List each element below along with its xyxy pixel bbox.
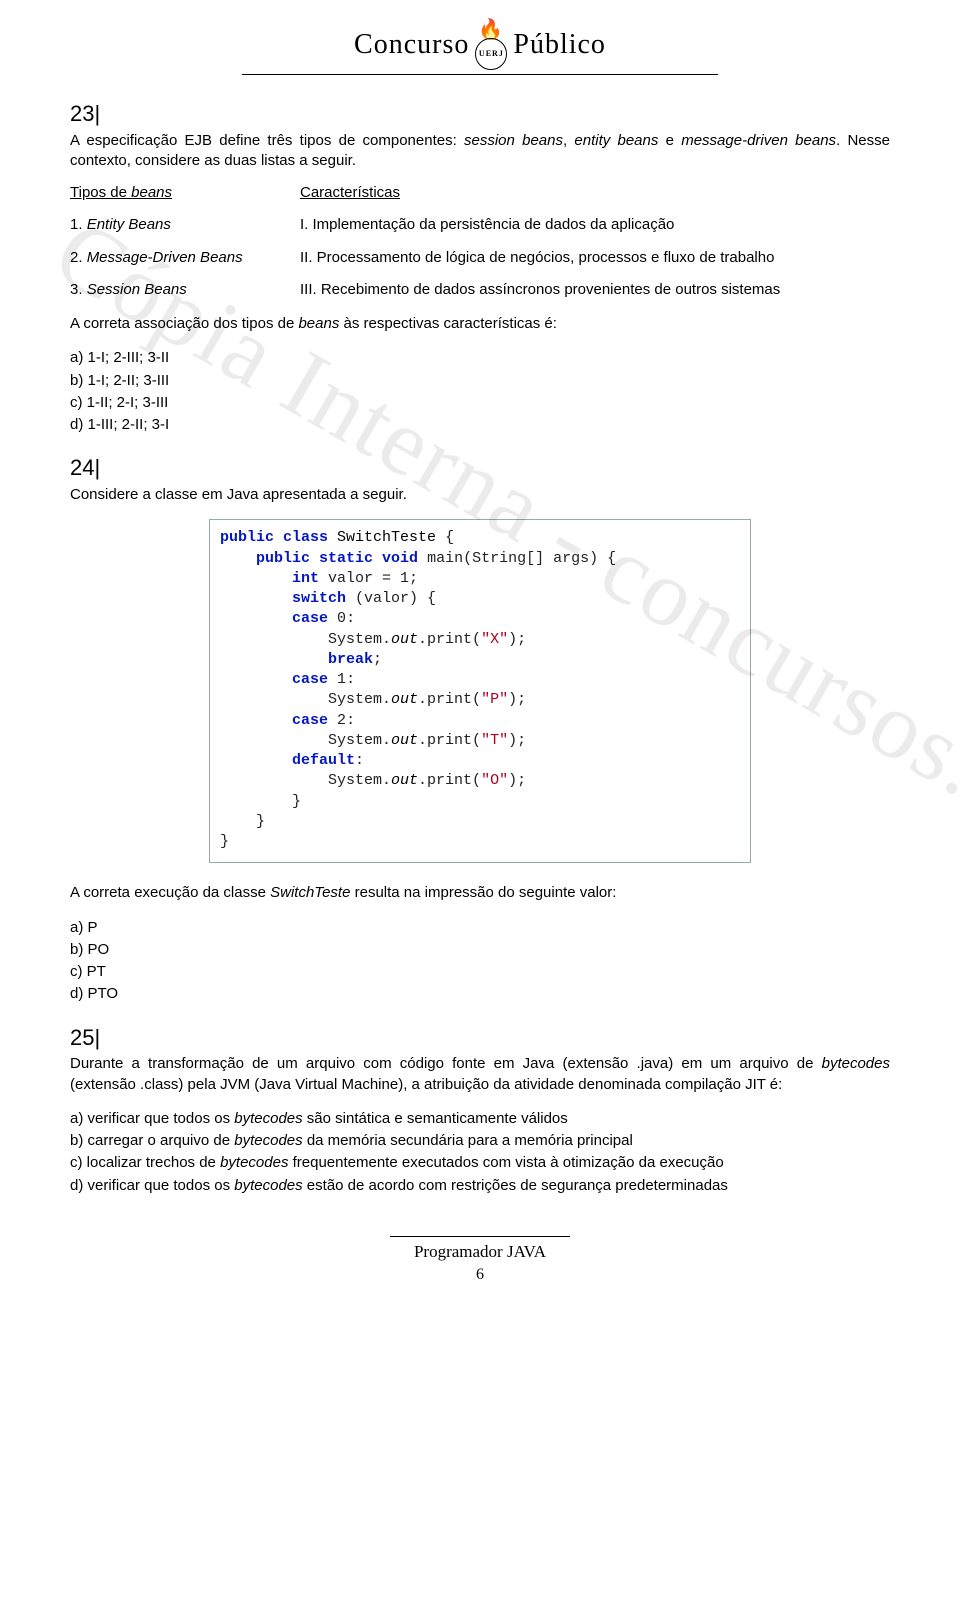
q25-a-pre: a) verificar que todos os (70, 1110, 234, 1127)
q25-intro-b: (extensão .class) pela JVM (Java Virtual… (70, 1076, 782, 1093)
q25-c-post: frequentemente executados com vista à ot… (288, 1154, 723, 1171)
q25-intro-i1: bytecodes (822, 1055, 890, 1072)
q24-opt-b: b) PO (70, 940, 890, 960)
question-25-intro: Durante a transformação de um arquivo co… (70, 1054, 890, 1095)
torch-icon: 🔥 (478, 20, 504, 40)
q23-columns-header: Tipos de beans Características (70, 183, 890, 203)
q23-opt-b: b) 1-I; 2-II; 3-III (70, 371, 890, 391)
header-right: Público (513, 26, 606, 64)
q23-row-1-left: 1. Entity Beans (70, 215, 300, 235)
q23-opt-c: c) 1-II; 2-I; 3-III (70, 393, 890, 413)
q25-a-post: são sintática e semanticamente válidos (303, 1110, 568, 1127)
q24-result-a: A correta execução da classe (70, 884, 270, 901)
q24-result: A correta execução da classe SwitchTeste… (70, 883, 890, 903)
q23-intro-a: A especificação EJB define três tipos de… (70, 132, 464, 149)
q25-c-i: bytecodes (220, 1154, 288, 1171)
q23-r3-la: 3. (70, 281, 87, 298)
header-rule (242, 74, 718, 75)
page-footer: Programador JAVA 6 (70, 1236, 890, 1286)
q25-intro-a: Durante a transformação de um arquivo co… (70, 1055, 822, 1072)
q25-d-post: estão de acordo com restrições de segura… (303, 1177, 728, 1194)
code-switch: (valor) { (355, 590, 436, 607)
q23-r1-la: 1. (70, 216, 87, 233)
question-24-number: 24| (70, 453, 890, 483)
q24-options: a) P b) PO c) PT d) PTO (70, 918, 890, 1005)
q25-b-pre: b) carregar o arquivo de (70, 1132, 234, 1149)
footer-title: Programador JAVA (70, 1241, 890, 1264)
q25-d-pre: d) verificar que todos os (70, 1177, 234, 1194)
q23-col-right-head: Características (300, 183, 890, 203)
q25-opt-c: c) localizar trechos de bytecodes freque… (70, 1153, 890, 1173)
q24-code-box: public class SwitchTeste { public static… (209, 519, 751, 863)
q23-intro-c: e (658, 132, 681, 149)
q23-row-2-right: II. Processamento de lógica de negócios,… (300, 248, 890, 268)
code-out-default: "O" (481, 772, 508, 789)
q23-assoc-a: A correta associação dos tipos de (70, 315, 298, 332)
q23-row-1: 1. Entity Beans I. Implementação da pers… (70, 215, 890, 235)
q23-assoc: A correta associação dos tipos de beans … (70, 314, 890, 334)
q25-opt-d: d) verificar que todos os bytecodes estã… (70, 1176, 890, 1196)
q23-assoc-i: beans (298, 315, 339, 332)
question-24-intro: Considere a classe em Java apresentada a… (70, 485, 890, 505)
q23-r1-li: Entity Beans (87, 216, 171, 233)
q23-row-3-right: III. Recebimento de dados assíncronos pr… (300, 280, 890, 300)
q23-row-2: 2. Message-Driven Beans II. Processament… (70, 248, 890, 268)
code-case-2: 2 (337, 712, 346, 729)
footer-page-number: 6 (70, 1264, 890, 1286)
q23-r2-la: 2. (70, 249, 87, 266)
q23-row-1-right: I. Implementação da persistência de dado… (300, 215, 890, 235)
q23-col-left-head: Tipos de beans (70, 183, 300, 203)
crest-ring: UERJ (475, 38, 507, 70)
q25-options: a) verificar que todos os bytecodes são … (70, 1109, 890, 1196)
q23-options: a) 1-I; 2-III; 3-II b) 1-I; 2-II; 3-III … (70, 348, 890, 435)
q23-r2-li: Message-Driven Beans (87, 249, 243, 266)
q24-result-b: resulta na impressão do seguinte valor: (350, 884, 616, 901)
code-out-2: "T" (481, 732, 508, 749)
q23-assoc-b: às respectivas características é: (339, 315, 557, 332)
q23-left-head-i: beans (131, 184, 172, 201)
question-23-intro: A especificação EJB define três tipos de… (70, 131, 890, 172)
code-var-decl: valor = 1; (328, 570, 418, 587)
q25-opt-a: a) verificar que todos os bytecodes são … (70, 1109, 890, 1129)
q23-row-2-left: 2. Message-Driven Beans (70, 248, 300, 268)
q23-opt-d: d) 1-III; 2-II; 3-I (70, 415, 890, 435)
q23-intro-b: , (563, 132, 574, 149)
footer-rule (390, 1236, 570, 1237)
q25-b-i: bytecodes (234, 1132, 302, 1149)
uerj-crest-icon: 🔥 UERJ (475, 20, 507, 70)
question-25-number: 25| (70, 1023, 890, 1053)
q23-row-3: 3. Session Beans III. Recebimento de dad… (70, 280, 890, 300)
q25-c-pre: c) localizar trechos de (70, 1154, 220, 1171)
q23-intro-i1: session beans (464, 132, 563, 149)
code-case-0: 0 (337, 610, 346, 627)
q23-intro-i3: message-driven beans (681, 132, 836, 149)
q25-a-i: bytecodes (234, 1110, 302, 1127)
q23-r3-li: Session Beans (87, 281, 187, 298)
q25-d-i: bytecodes (234, 1177, 302, 1194)
q23-intro-i2: entity beans (574, 132, 658, 149)
code-case-1: 1 (337, 671, 346, 688)
page-header: Concurso 🔥 UERJ Público (70, 20, 890, 75)
code-main-sig: main(String[] args) { (427, 550, 616, 567)
header-left: Concurso (354, 26, 469, 64)
q25-b-post: da memória secundária para a memória pri… (303, 1132, 633, 1149)
q23-opt-a: a) 1-I; 2-III; 3-II (70, 348, 890, 368)
q24-result-i: SwitchTeste (270, 884, 350, 901)
question-23-number: 23| (70, 99, 890, 129)
q24-opt-d: d) PTO (70, 984, 890, 1004)
code-out-1: "P" (481, 691, 508, 708)
q24-opt-c: c) PT (70, 962, 890, 982)
q25-opt-b: b) carregar o arquivo de bytecodes da me… (70, 1131, 890, 1151)
code-class-name: SwitchTeste (337, 529, 436, 546)
page: Cópia Interna - concursos.srh.uerj.br/ C… (0, 0, 960, 1619)
q23-row-3-left: 3. Session Beans (70, 280, 300, 300)
code-out-0: "X" (481, 631, 508, 648)
q24-opt-a: a) P (70, 918, 890, 938)
q23-left-head-a: Tipos de (70, 184, 131, 201)
header-title: Concurso 🔥 UERJ Público (70, 20, 890, 70)
